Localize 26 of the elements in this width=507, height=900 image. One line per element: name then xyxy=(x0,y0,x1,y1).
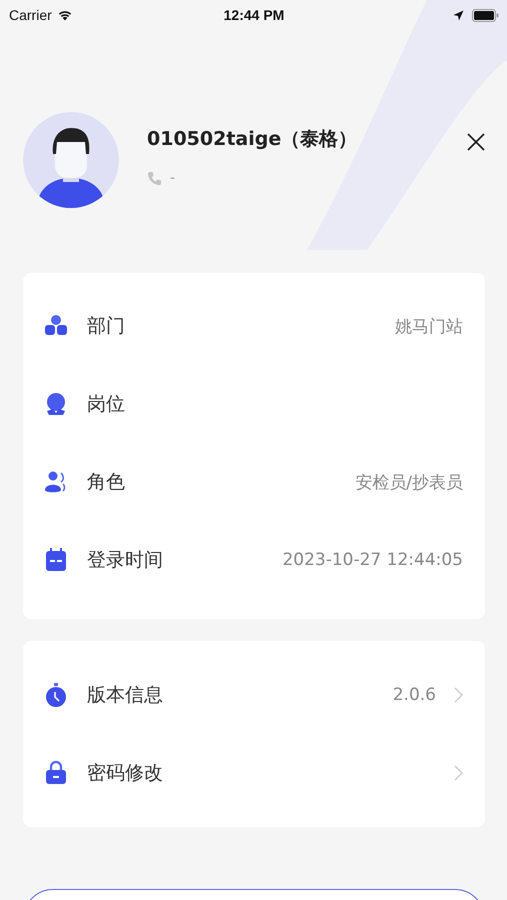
settings-item[interactable]: 密码修改 xyxy=(23,734,485,812)
close-button[interactable] xyxy=(465,131,487,153)
wifi-icon xyxy=(56,9,73,21)
row-label: 部门 xyxy=(87,314,125,339)
carrier-label: Carrier xyxy=(9,7,52,23)
location-arrow-icon xyxy=(452,10,464,20)
calendar-icon xyxy=(43,547,69,573)
settings-item[interactable]: 版本信息 2.0.6 xyxy=(23,656,485,734)
row-value: 姚马门站 xyxy=(395,316,463,338)
row-label: 角色 xyxy=(87,470,125,495)
chevron-icon xyxy=(454,687,463,703)
phone-icon xyxy=(147,170,162,186)
lock-icon xyxy=(43,760,69,786)
stopwatch-icon xyxy=(43,682,69,708)
chevron-icon xyxy=(454,765,463,781)
row-value: 2.0.6 xyxy=(392,685,436,705)
row-value: 安检员/抄表员 xyxy=(355,472,463,494)
status-time: 12:44 PM xyxy=(224,7,284,23)
battery-icon xyxy=(472,8,499,22)
row-value: 2023-10-27 12:44:05 xyxy=(282,550,463,570)
phone-number: - xyxy=(170,170,176,186)
user-name: 010502taige（泰格） xyxy=(147,127,358,152)
row-label: 登录时间 xyxy=(87,548,163,573)
row-label: 密码修改 xyxy=(87,761,163,786)
row-label: 版本信息 xyxy=(87,683,163,708)
row-label: 岗位 xyxy=(87,392,125,417)
